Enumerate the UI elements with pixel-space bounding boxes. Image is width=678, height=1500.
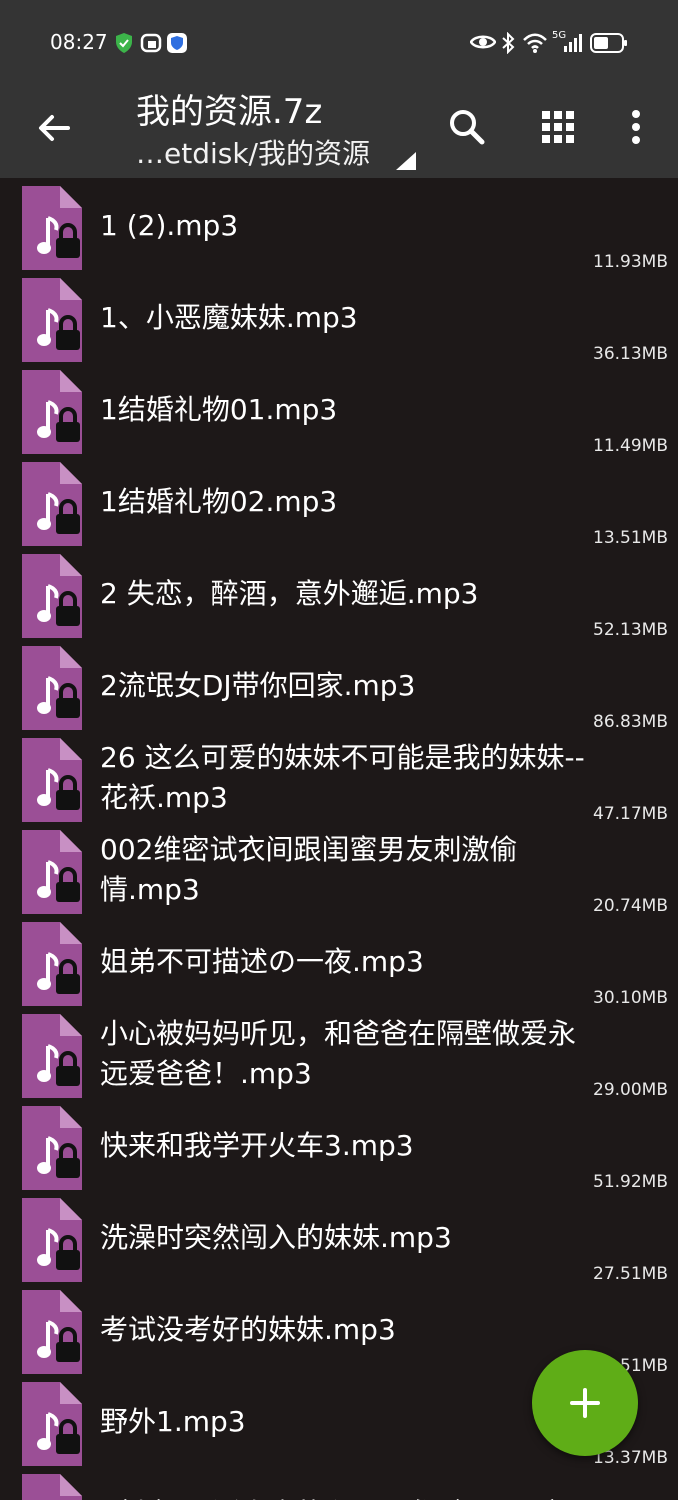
plus-icon [570, 1388, 600, 1418]
file-icon [20, 1106, 84, 1190]
more-options-button[interactable] [611, 102, 661, 152]
file-name: 1结婚礼物02.mp3 [100, 485, 338, 518]
file-row[interactable]: 1 (2).mp3 11.93MB [0, 178, 678, 272]
locked-audio-file-icon [22, 370, 82, 454]
search-button[interactable] [442, 102, 492, 152]
file-name: 野外1.mp3 [100, 1405, 246, 1438]
file-name: 快来和我学开火车3.mp3 [100, 1129, 414, 1162]
path-subtitle[interactable]: …etdisk/我的资源 [136, 132, 370, 172]
file-icon [20, 646, 84, 730]
vpn-shield-icon [167, 33, 187, 53]
browser-icon [140, 33, 162, 53]
more-vert-icon [632, 110, 640, 144]
file-row[interactable]: 姐弟不可描述の一夜.mp3 30.10MB [0, 914, 678, 1008]
status-bar: 08:27 5G [0, 0, 678, 80]
file-name: 考试没考好的妹妹.mp3 [100, 1313, 396, 1346]
file-name: 1、小恶魔妹妹.mp3 [100, 301, 358, 334]
file-row[interactable]: 1、小恶魔妹妹.mp3 36.13MB [0, 270, 678, 364]
file-size: 11.49MB [593, 436, 668, 456]
locked-audio-file-icon [22, 554, 82, 638]
file-icon [20, 1474, 84, 1500]
file-icon [20, 278, 84, 362]
file-row[interactable]: 1结婚礼物02.mp3 13.51MB [0, 454, 678, 548]
locked-audio-file-icon [22, 278, 82, 362]
file-size: 51.92MB [593, 1172, 668, 1192]
locked-audio-file-icon [22, 1106, 82, 1190]
locked-audio-file-icon [22, 1290, 82, 1374]
locked-audio-file-icon [22, 1198, 82, 1282]
file-icon [20, 186, 84, 270]
file-icon [20, 1290, 84, 1374]
file-row[interactable]: 洗澡时突然闯入的妹妹.mp3 27.51MB [0, 1190, 678, 1284]
file-size: 29.00MB [593, 1080, 668, 1100]
file-icon [20, 738, 84, 822]
app-bar: 我的资源.7z …etdisk/我的资源 [0, 80, 678, 178]
file-name: 洗澡时突然闯入的妹妹.mp3 [100, 1221, 452, 1254]
file-name: 小心被妈妈听见，和爸爸在隔壁做爱永远爱爸爸！.mp3 [100, 1017, 577, 1090]
file-row[interactable]: （上）圣诞小鹿的私●开发（26. 18） [0, 1466, 678, 1500]
file-row[interactable]: 2流氓女DJ带你回家.mp3 86.83MB [0, 638, 678, 732]
battery-icon [590, 33, 627, 53]
file-size: 20.74MB [593, 896, 668, 916]
add-button[interactable] [532, 1350, 638, 1456]
file-name: 2 失恋，醉酒，意外邂逅.mp3 [100, 577, 479, 610]
file-row[interactable]: 002维密试衣间跟闺蜜男友刺激偷情.mp3 20.74MB [0, 822, 678, 916]
file-size: 30.10MB [593, 988, 668, 1008]
eye-icon [470, 35, 496, 49]
file-name: （上）圣诞小鹿的私●开发（26. 18） [100, 1494, 590, 1500]
file-name: 姐弟不可描述の一夜.mp3 [100, 945, 424, 978]
file-row[interactable]: 1结婚礼物01.mp3 11.49MB [0, 362, 678, 456]
file-row[interactable]: 快来和我学开火车3.mp3 51.92MB [0, 1098, 678, 1192]
locked-audio-file-icon [22, 922, 82, 1006]
wifi-icon [523, 33, 547, 53]
file-size: 36.13MB [593, 344, 668, 364]
file-size: 47.17MB [593, 804, 668, 824]
file-name: 1 (2).mp3 [100, 209, 239, 242]
file-icon [20, 1014, 84, 1098]
bluetooth-icon [502, 32, 515, 54]
file-icon [20, 830, 84, 914]
shield-check-icon [116, 33, 132, 53]
file-size: 11.93MB [593, 252, 668, 272]
locked-audio-file-icon [22, 646, 82, 730]
file-size: 86.83MB [593, 712, 668, 732]
status-time: 08:27 [50, 30, 108, 54]
locked-audio-file-icon [22, 738, 82, 822]
file-icon [20, 370, 84, 454]
file-name: 1结婚礼物01.mp3 [100, 393, 338, 426]
locked-audio-file-icon [22, 1474, 82, 1500]
file-icon [20, 1382, 84, 1466]
locked-audio-file-icon [22, 186, 82, 270]
file-row[interactable]: 小心被妈妈听见，和爸爸在隔壁做爱永远爱爸爸！.mp3 29.00MB [0, 1006, 678, 1100]
file-name: 26 这么可爱的妹妹不可能是我的妹妹--花袄.mp3 [100, 741, 585, 814]
file-size: 52.13MB [593, 620, 668, 640]
file-row[interactable]: 26 这么可爱的妹妹不可能是我的妹妹--花袄.mp3 47.17MB [0, 730, 678, 824]
signal-5g-icon [564, 34, 582, 52]
file-name: 2流氓女DJ带你回家.mp3 [100, 669, 416, 702]
locked-audio-file-icon [22, 830, 82, 914]
locked-audio-file-icon [22, 462, 82, 546]
file-icon [20, 554, 84, 638]
file-icon [20, 462, 84, 546]
grid-view-icon [542, 111, 574, 143]
file-row[interactable]: 2 失恋，醉酒，意外邂逅.mp3 52.13MB [0, 546, 678, 640]
file-icon [20, 1198, 84, 1282]
locked-audio-file-icon [22, 1382, 82, 1466]
locked-audio-file-icon [22, 1014, 82, 1098]
dropdown-triangle-icon[interactable] [396, 152, 416, 170]
file-size: 13.51MB [593, 528, 668, 548]
back-arrow-icon [39, 115, 70, 141]
file-name: 002维密试衣间跟闺蜜男友刺激偷情.mp3 [100, 833, 518, 906]
page-title: 我的资源.7z [136, 92, 323, 132]
file-size: 27.51MB [593, 1264, 668, 1284]
back-button[interactable] [34, 108, 74, 148]
file-icon [20, 922, 84, 1006]
search-icon [450, 110, 485, 145]
grid-view-button[interactable] [533, 102, 583, 152]
file-list: 1 (2).mp3 11.93MB 1、小恶魔妹妹.mp3 36.13MB 1结婚礼物0… [0, 178, 678, 1500]
